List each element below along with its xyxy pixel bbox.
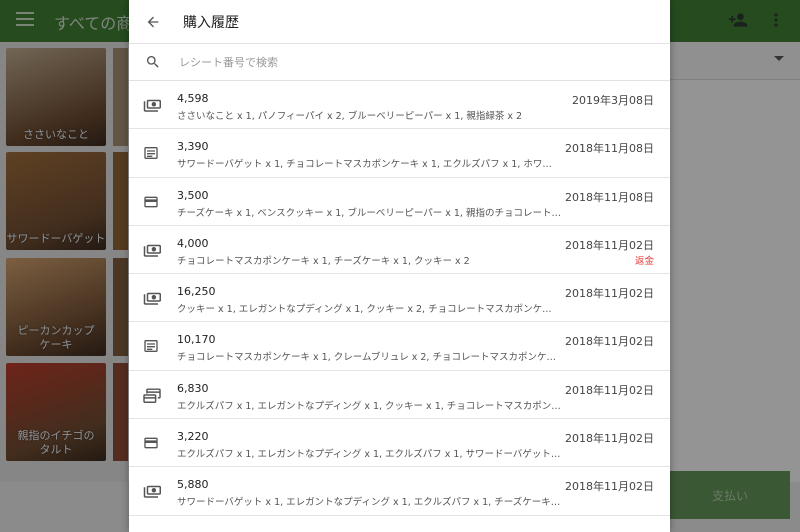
receipt-amount: 4,598 — [177, 92, 209, 105]
receipt-icon — [143, 338, 163, 354]
receipt-row[interactable]: 4,598 ささいなこと x 1, パノフィーパイ x 2, ブルーベリーピーパー… — [129, 81, 670, 130]
receipt-amount: 16,250 — [177, 285, 216, 299]
receipt-row[interactable]: 6,830 エクルズパフ x 1, エレガントなプディング x 1, クッキー x… — [129, 371, 670, 420]
receipt-date: 2018年11月02日 — [565, 432, 654, 446]
search-input[interactable] — [179, 55, 599, 69]
receipt-amount: 3,220 — [177, 430, 209, 444]
receipt-amount: 3,390 — [177, 140, 209, 154]
cash-icon — [143, 290, 163, 306]
receipt-items: チーズケーキ x 1, ベンスクッキー x 1, ブルーベリーピーパー x 1,… — [177, 207, 561, 219]
receipt-row[interactable]: 3,500 チーズケーキ x 1, ベンスクッキー x 1, ブルーベリーピーパー… — [129, 178, 670, 226]
receipt-amount: 4,000 — [177, 236, 209, 250]
receipt-items: エクルズパフ x 1, エレガントなプディング x 1, エクルズパフ x 1,… — [177, 449, 561, 461]
receipt-icon — [143, 145, 163, 161]
back-arrow-icon[interactable] — [129, 0, 177, 44]
receipt-row[interactable]: 3,220 エクルズパフ x 1, エレガントなプディング x 1, エクルズパフ… — [129, 419, 670, 468]
receipt-list: 4,598 ささいなこと x 1, パノフィーパイ x 2, ブルーベリーピーパー… — [129, 81, 670, 516]
receipt-row[interactable]: 3,390 サワードーバゲット x 1, チョコレートマスカポンケーキ x 1, … — [129, 129, 670, 178]
receipt-amount: 10,170 — [177, 333, 216, 347]
cash-icon — [143, 97, 163, 113]
receipt-items: チョコレートマスカポンケーキ x 1, クレームブリュレ x 2, チョコレート… — [177, 352, 561, 364]
cash-icon — [143, 483, 163, 499]
receipt-date: 2018年11月08日 — [565, 142, 654, 156]
receipt-items: ささいなこと x 1, パノフィーパイ x 2, ブルーベリーピーパー x 1,… — [177, 111, 523, 122]
receipt-row[interactable]: 16,250 クッキー x 1, エレガントなプディング x 1, クッキー x … — [129, 274, 670, 323]
receipt-items: サワードーバゲット x 1, エレガントなプディング x 1, エクルズパフ x… — [177, 497, 561, 509]
receipt-items: チョコレートマスカポンケーキ x 1, チーズケーキ x 1, クッキー x 2 — [177, 255, 470, 267]
search-icon — [129, 54, 177, 70]
receipt-date: 2018年11月02日 — [565, 287, 654, 301]
search-bar — [129, 44, 670, 81]
receipt-amount: 3,500 — [177, 188, 209, 202]
receipt-row[interactable]: 10,170 チョコレートマスカポンケーキ x 1, クレームブリュレ x 2, … — [129, 322, 670, 371]
receipt-amount: 6,830 — [177, 381, 209, 395]
receipt-row[interactable]: 5,880 サワードーバゲット x 1, エレガントなプディング x 1, エクル… — [129, 467, 670, 516]
card-icon — [143, 194, 163, 210]
receipt-date: 2019年3月08日 — [572, 94, 654, 107]
receipt-amount: 5,880 — [177, 478, 209, 492]
dialog-title: 購入履歴 — [183, 14, 239, 31]
purchase-history-dialog: 購入履歴 4,598 ささいなこと x 1, パノフィーパイ x 2, ブルーベリ… — [129, 0, 670, 532]
card-icon — [143, 435, 163, 451]
receipt-date: 2018年11月02日 — [565, 238, 654, 252]
receipt-items: クッキー x 1, エレガントなプディング x 1, クッキー x 2, チョコ… — [177, 304, 561, 316]
multi-card-icon — [143, 387, 163, 403]
refund-badge: 返金 — [634, 255, 654, 267]
receipt-items: サワードーバゲット x 1, チョコレートマスカポンケーキ x 1, エクルズパ… — [177, 159, 561, 171]
receipt-date: 2018年11月02日 — [565, 480, 654, 494]
receipt-date: 2018年11月08日 — [565, 190, 654, 204]
receipt-date: 2018年11月02日 — [565, 383, 654, 397]
dialog-header: 購入履歴 — [129, 0, 670, 44]
receipt-row[interactable]: 4,000 チョコレートマスカポンケーキ x 1, チーズケーキ x 1, クッキ… — [129, 226, 670, 275]
receipt-date: 2018年11月02日 — [565, 335, 654, 349]
receipt-items: エクルズパフ x 1, エレガントなプディング x 1, クッキー x 1, チ… — [177, 400, 561, 412]
cash-icon — [143, 242, 163, 258]
